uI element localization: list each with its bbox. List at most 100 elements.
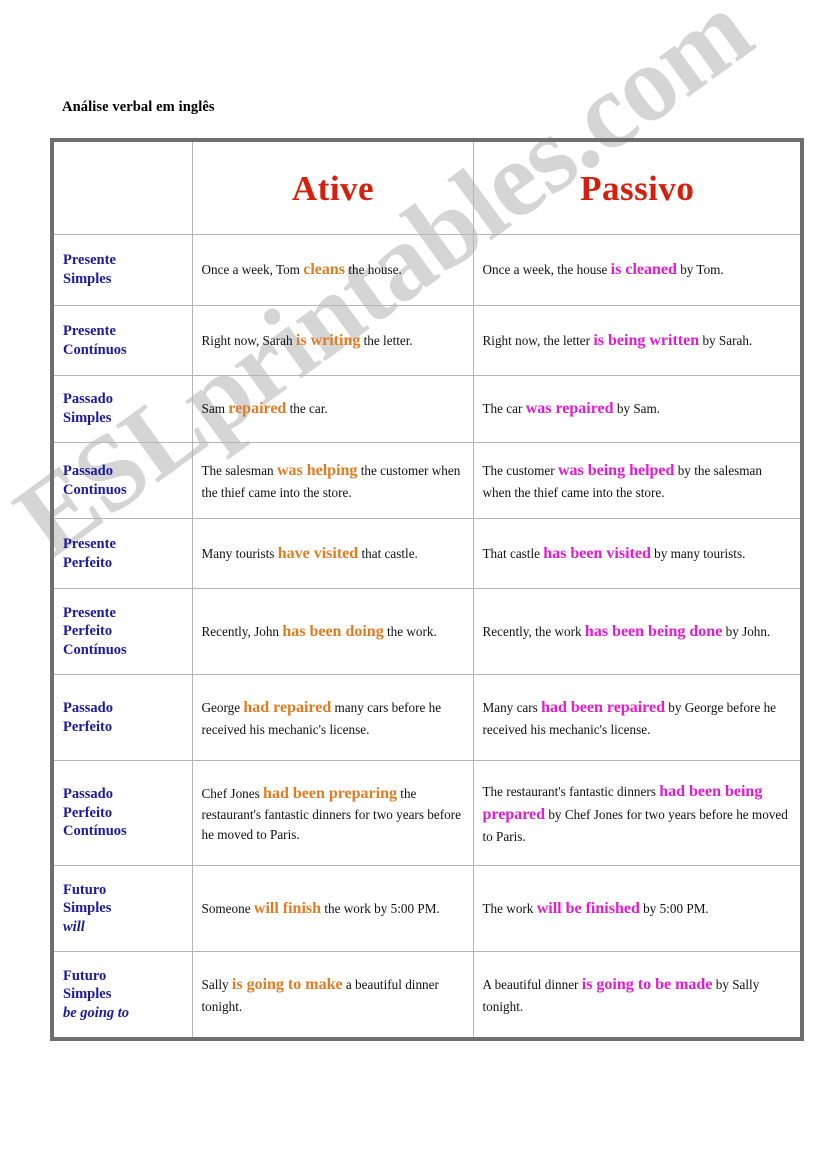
tense-word: Perfeito	[63, 554, 113, 571]
active-verb-phrase: had been preparing	[263, 785, 397, 803]
active-sentence-cell: Sally is going to make a beautiful dinne…	[191, 951, 474, 1039]
tense-word: Passado	[63, 462, 113, 479]
passive-verb-phrase: has been being done	[584, 622, 723, 640]
tense-label-cell: Passado Simples	[52, 375, 193, 443]
tense-name: Presente Perfeito Contínuos	[63, 604, 184, 660]
tense-word: Presente	[63, 252, 116, 269]
tense-word: Continuos	[63, 481, 127, 498]
tense-label-cell: Presente Perfeito Contínuos	[52, 588, 193, 675]
sentence-text: The restaurant's fantastic dinners had b…	[483, 780, 793, 846]
sentence-fragment: that castle.	[358, 545, 418, 561]
active-sentence-cell: Recently, John has been doing the work.	[191, 588, 474, 675]
sentence-text: Chef Jones had been preparing the restau…	[202, 782, 465, 843]
voice-label-active: Ative	[291, 168, 375, 208]
sentence-text: Sally is going to make a beautiful dinne…	[202, 973, 465, 1015]
sentence-text: Sam repaired the car.	[202, 397, 465, 420]
tense-word: Perfeito	[63, 623, 113, 640]
sentence-fragment: the work.	[383, 623, 437, 639]
tense-auxiliary: be going to	[63, 1004, 130, 1021]
sentence-fragment: Once a week, the house	[482, 262, 611, 278]
sentence-text: Right now, the letter is being written b…	[483, 329, 793, 352]
active-sentence-cell: Sam repaired the car.	[191, 375, 474, 443]
sentence-fragment: by John.	[722, 623, 771, 639]
table-row: Presente Perfeito Contínuos Recently, John …	[52, 588, 802, 675]
passive-sentence-cell: The work will be finished by 5:00 PM.	[472, 865, 802, 952]
sentence-text: Many cars had been repaired by George be…	[483, 696, 793, 738]
sentence-fragment: Sam	[201, 401, 229, 417]
sentence-fragment: The restaurant's fantastic dinners	[482, 784, 660, 800]
active-verb-phrase: has been doing	[282, 622, 384, 640]
tense-word: Perfeito	[63, 718, 113, 735]
sentence-fragment: The salesman	[201, 463, 277, 479]
sentence-fragment: Chef Jones	[201, 786, 264, 802]
tense-word: Futuro	[63, 881, 107, 898]
active-sentence-cell: Once a week, Tom cleans the house.	[191, 234, 474, 306]
tense-name: Passado Perfeito	[63, 699, 184, 736]
sentence-fragment: Many cars	[482, 700, 542, 716]
voice-label-passive: Passivo	[580, 168, 695, 208]
sentence-text: George had repaired many cars before he …	[202, 696, 465, 738]
sentence-text: Recently, the work has been being done b…	[483, 620, 793, 643]
tense-name: Presente Simples	[63, 251, 184, 288]
active-sentence-cell: George had repaired many cars before he …	[191, 674, 474, 761]
sentence-text: That castle has been visited by many tou…	[483, 542, 793, 565]
sentence-fragment: Many tourists	[201, 545, 278, 561]
tense-name: Futuro Simples be going to	[63, 967, 184, 1023]
active-verb-phrase: is going to make	[231, 976, 343, 994]
verb-voice-table-wrapper: Ative Passivo Presente Simples Once a week, …	[50, 138, 804, 1041]
header-cell-empty	[52, 140, 193, 235]
tense-label-cell: Presente Perfeito	[52, 518, 193, 589]
passive-sentence-cell: That castle has been visited by many tou…	[472, 518, 802, 589]
tense-word: Contínuos	[63, 641, 127, 658]
sentence-text: Once a week, Tom cleans the house.	[202, 258, 465, 281]
sentence-text: The car was repaired by Sam.	[483, 397, 793, 420]
passive-verb-phrase: has been visited	[543, 544, 651, 562]
active-sentence-cell: Someone will finish the work by 5:00 PM.	[191, 865, 474, 952]
passive-sentence-cell: A beautiful dinner is going to be made b…	[472, 951, 802, 1039]
sentence-fragment: The work	[482, 900, 537, 916]
sentence-fragment: That castle	[482, 545, 544, 561]
active-sentence-cell: Many tourists have visited that castle.	[191, 518, 474, 589]
sentence-text: A beautiful dinner is going to be made b…	[483, 973, 793, 1015]
table-header-row: Ative Passivo	[52, 140, 802, 235]
sentence-fragment: the house.	[345, 262, 402, 278]
tense-auxiliary: will	[63, 918, 85, 935]
active-sentence-cell: The salesman was helping the customer wh…	[191, 442, 474, 519]
sentence-fragment: by Sam.	[613, 401, 661, 417]
sentence-fragment: Right now, Sarah	[201, 332, 296, 348]
sentence-text: The salesman was helping the customer wh…	[202, 459, 465, 501]
sentence-text: Many tourists have visited that castle.	[202, 542, 465, 565]
passive-verb-phrase: will be finished	[536, 899, 640, 917]
tense-word: Presente	[63, 604, 116, 621]
sentence-fragment: by Tom.	[676, 262, 724, 278]
tense-name: Presente Contínuos	[63, 322, 184, 359]
sentence-text: Right now, Sarah is writing the letter.	[202, 329, 465, 352]
table-row: Passado Simples Sam repaired the car. The c…	[52, 375, 802, 443]
active-sentence-cell: Right now, Sarah is writing the letter.	[191, 305, 474, 376]
tense-word: Simples	[63, 986, 112, 1003]
tense-word: Passado	[63, 699, 113, 716]
verb-voice-table: Ative Passivo Presente Simples Once a week, …	[50, 138, 804, 1041]
passive-verb-phrase: is going to be made	[581, 976, 713, 994]
sentence-fragment: Once a week, Tom	[201, 262, 304, 278]
header-cell-active: Ative	[191, 140, 474, 235]
sentence-fragment: by 5:00 PM.	[639, 900, 709, 916]
passive-sentence-cell: The car was repaired by Sam.	[472, 375, 802, 443]
passive-verb-phrase: is cleaned	[610, 261, 677, 279]
active-verb-phrase: is writing	[295, 331, 361, 349]
worksheet-page: ESLprintables.com Análise verbal em ingl…	[0, 0, 821, 1169]
tense-name: Presente Perfeito	[63, 535, 184, 572]
tense-word: Futuro	[63, 967, 107, 984]
sentence-fragment: George	[201, 700, 244, 716]
tense-name: Passado Simples	[63, 390, 184, 427]
sentence-fragment: the work by 5:00 PM.	[321, 900, 440, 916]
passive-sentence-cell: Recently, the work has been being done b…	[472, 588, 802, 675]
tense-name: Passado Perfeito Contínuos	[63, 785, 184, 841]
active-verb-phrase: was helping	[276, 462, 358, 480]
tense-label-cell: Passado Continuos	[52, 442, 193, 519]
tense-label-cell: Futuro Simples be going to	[52, 951, 193, 1039]
sentence-text: The customer was being helped by the sal…	[483, 459, 793, 501]
tense-word: Contínuos	[63, 341, 127, 358]
sentence-fragment: by many tourists.	[650, 545, 746, 561]
tense-name: Passado Continuos	[63, 462, 184, 499]
